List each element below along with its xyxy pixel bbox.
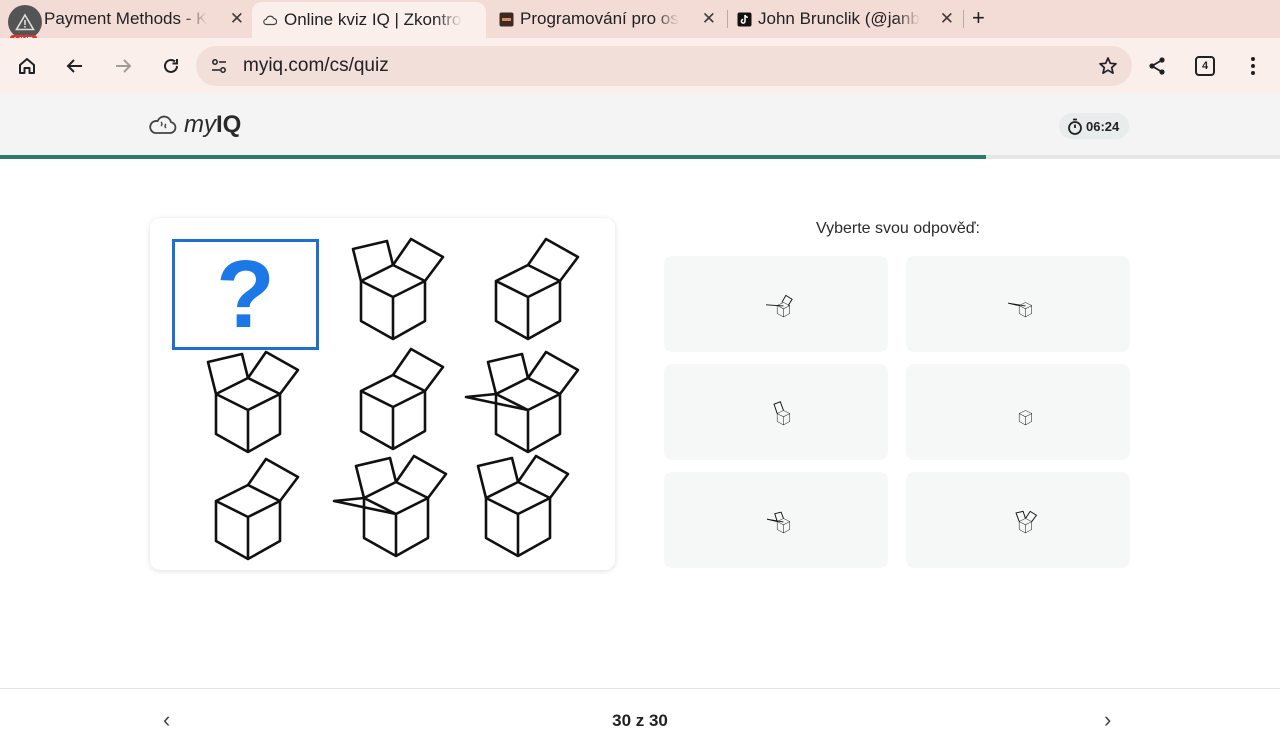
cloud-favicon-icon <box>262 12 278 28</box>
stopwatch-icon <box>1068 118 1082 135</box>
arrow-left-icon <box>66 59 82 73</box>
address-bar[interactable]: myiq.com/cs/quiz <box>196 46 1132 86</box>
quiz-progress-bar <box>0 155 1280 159</box>
closed-box-icon <box>1018 410 1033 426</box>
live-stream-avatar <box>8 5 42 39</box>
question-mark: ? <box>216 240 275 348</box>
share-button[interactable] <box>1139 48 1175 84</box>
tab-title: Online kviz IQ | Zkontrolujte <box>284 10 462 29</box>
answer-option-3[interactable] <box>664 364 888 460</box>
tab-separator <box>727 10 728 28</box>
puzzle-cell-three-flaps <box>332 454 448 558</box>
close-tab-icon[interactable]: ✕ <box>940 9 954 29</box>
bookmark-star-icon[interactable] <box>1098 56 1118 76</box>
quiz-progress-fill <box>0 155 986 159</box>
url-text[interactable]: myiq.com/cs/quiz <box>243 55 389 77</box>
browser-toolbar: myiq.com/cs/quiz 4 <box>0 38 1280 94</box>
puzzle-cell-two-flaps <box>351 237 445 341</box>
home-icon <box>19 58 35 74</box>
box-two-flaps-icon <box>1015 510 1038 534</box>
dark-square-favicon-icon <box>498 11 514 27</box>
answer-option-5[interactable] <box>664 472 888 568</box>
tab-separator <box>963 10 964 28</box>
answer-option-6[interactable] <box>906 472 1130 568</box>
logo-iq: IQ <box>216 111 242 138</box>
new-tab-button[interactable]: + <box>972 5 985 31</box>
tab-count: 4 <box>1195 56 1215 76</box>
puzzle-cell-two-flaps <box>206 350 300 454</box>
quiz-footer: ‹ 30 z 30 › <box>0 688 1280 732</box>
tab-online-kviz[interactable]: Online kviz IQ | Zkontrolujte <box>252 2 486 38</box>
share-icon <box>1149 57 1165 75</box>
back-button[interactable] <box>57 48 93 84</box>
close-tab-icon[interactable]: ✕ <box>230 9 244 29</box>
answer-option-1[interactable] <box>664 256 888 352</box>
warning-triangle-icon <box>15 13 35 31</box>
myiq-logo[interactable]: myIQ <box>148 111 241 139</box>
missing-cell: ? <box>172 239 319 350</box>
box-side-flap-icon <box>1008 302 1033 318</box>
tab-title: John Brunclik (@janb <box>758 9 920 28</box>
tiktok-favicon-icon <box>736 11 752 27</box>
box-top-flap-icon <box>773 401 791 426</box>
puzzle-cell-one-flap <box>214 457 300 561</box>
tab-payment-methods[interactable]: Payment Methods - K ✕ <box>22 4 250 34</box>
timer-value: 06:24 <box>1086 118 1120 134</box>
tab-title: Programování pro os <box>520 9 679 28</box>
close-tab-icon[interactable]: ✕ <box>702 9 716 29</box>
answer-prompt: Vyberte svou odpověď: <box>815 220 980 237</box>
site-settings-icon[interactable] <box>210 57 228 75</box>
quiz-timer: 06:24 <box>1059 113 1130 139</box>
brain-cloud-icon <box>149 115 177 134</box>
next-question-button[interactable]: › <box>1104 707 1111 733</box>
answer-option-4[interactable] <box>906 364 1130 460</box>
home-button[interactable] <box>9 48 45 84</box>
reload-icon <box>164 58 178 73</box>
previous-question-button[interactable]: ‹ <box>163 707 170 733</box>
question-counter: 30 z 30 <box>612 711 668 730</box>
tab-programovani[interactable]: Programování pro os ✕ <box>498 4 722 34</box>
logo-my: my <box>184 111 216 138</box>
more-vert-icon <box>1251 57 1255 75</box>
logo-text: myIQ <box>184 111 241 139</box>
tab-switcher-button[interactable]: 4 <box>1187 48 1223 84</box>
browser-tabstrip: Payment Methods - K ✕ Online kviz IQ | Z… <box>0 0 1280 46</box>
puzzle-cell-three-flaps <box>464 350 580 454</box>
forward-button[interactable] <box>105 48 141 84</box>
menu-button[interactable] <box>1235 48 1271 84</box>
box-side-and-back-flaps-icon <box>766 294 793 318</box>
tab-tiktok[interactable]: John Brunclik (@janb ✕ <box>736 4 960 34</box>
box-three-flaps-icon <box>766 511 791 534</box>
puzzle-cell-two-flaps <box>476 454 570 558</box>
arrow-right-icon <box>116 59 132 73</box>
puzzle-cell-one-flap <box>359 347 445 451</box>
site-header: myIQ 06:24 <box>0 94 1280 155</box>
puzzle-cell-one-flap <box>494 237 580 341</box>
answer-option-2[interactable] <box>906 256 1130 352</box>
tab-title: Payment Methods - K <box>44 9 208 28</box>
reload-button[interactable] <box>153 48 189 84</box>
